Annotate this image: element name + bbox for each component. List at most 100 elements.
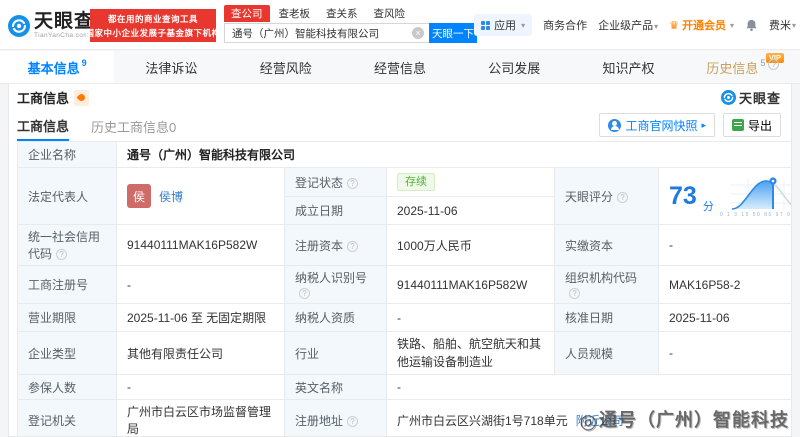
field-value-reg-authority: 广州市白云区市场监督管理局 — [116, 399, 285, 436]
help-icon[interactable]: ? — [768, 58, 780, 70]
help-icon[interactable]: ? — [617, 191, 629, 203]
field-label-credit-code: 统一社会信用代码? — [17, 224, 117, 266]
promo-banner-line1: 都在用的商业查询工具 — [107, 13, 198, 24]
help-icon[interactable]: ? — [299, 288, 310, 299]
reg-address-label: 注册地址 — [295, 413, 344, 428]
official-snapshot-button[interactable]: 工商官网快照 ▸ — [599, 113, 715, 137]
field-value-score: 73 分 0 1 3 15 50 85 97 9 — [657, 167, 791, 225]
field-value-establish-date: 2025-11-06 — [386, 196, 555, 225]
field-label-org-code: 组织机构代码? — [554, 265, 659, 304]
field-value-credit-code: 91440111MAK16P582W — [116, 224, 285, 266]
score-unit: 分 — [702, 201, 714, 213]
field-value-paid-capital: - — [657, 224, 791, 266]
tab-risk-label: 经营风险 — [259, 60, 312, 76]
promo-banner-line2: 国家中小企业发展子基金旗下机构 — [85, 27, 221, 38]
chevron-down-icon: ▾ — [791, 20, 796, 30]
bell-icon[interactable] — [745, 19, 758, 32]
tab-intellectual-property[interactable]: 知识产权 — [571, 51, 685, 83]
help-icon[interactable]: ? — [347, 415, 359, 427]
reg-capital-label: 注册资本 — [295, 238, 344, 253]
field-label-legal-rep: 法定代表人 — [17, 167, 117, 225]
export-button[interactable]: 导出 — [722, 113, 781, 137]
field-label-reg-address: 注册地址? — [284, 399, 387, 436]
export-label: 导出 — [747, 118, 772, 133]
search-tab-relation[interactable]: 查关系 — [319, 5, 365, 22]
menu-enterprise[interactable]: 企业级产品▾ — [598, 17, 658, 33]
field-label-taxpayer-quality: 纳税人资质 — [284, 303, 387, 332]
field-value-org-code: MAK16P58-2 — [657, 265, 791, 304]
tianyancha-logo-icon — [8, 14, 30, 37]
apps-menu[interactable]: 应用 ▾ — [474, 14, 533, 36]
promo-banner: 都在用的商业查询工具 国家中小企业发展子基金旗下机构 — [86, 9, 220, 42]
search-tab-boss[interactable]: 查老板 — [272, 5, 318, 22]
field-value-company-type: 其他有限责任公司 — [116, 331, 285, 375]
tab-legal-label: 法律诉讼 — [145, 60, 198, 76]
search-input[interactable] — [224, 23, 429, 43]
field-value-insured-count: - — [116, 374, 285, 400]
apps-label: 应用 — [494, 20, 517, 32]
tab-company-development[interactable]: 公司发展 — [457, 51, 571, 83]
field-label-score: 天眼评分? — [554, 167, 659, 225]
search-box: 查公司 查老板 查关系 查风险 天眼一下 × — [224, 5, 477, 43]
subtab-business-info[interactable]: 工商信息 — [17, 111, 70, 141]
snapshot-label: 工商官网快照 — [625, 118, 698, 133]
field-label-company-type: 企业类型 — [17, 331, 117, 375]
field-label-reg-number: 工商注册号 — [17, 265, 117, 304]
business-info-table: 企业名称 通号（广州）智能科技有限公司 法定代表人 侯 侯博 登记状态? 存续 … — [9, 141, 791, 436]
tab-legal-proceedings[interactable]: 法律诉讼 — [114, 51, 228, 83]
tab-history-info[interactable]: VIP 历史信息 5 ? — [686, 51, 800, 83]
menu-cooperation[interactable]: 商务合作 — [543, 17, 587, 33]
user-menu[interactable]: 费米 ▾ — [769, 17, 796, 33]
watermark-text: 通号（广州）智能科技 — [599, 410, 789, 430]
field-value-reg-status: 存续 — [386, 167, 555, 197]
vip-label: 开通会员 — [681, 20, 726, 32]
field-value-english-name: - — [385, 374, 791, 400]
chevron-down-icon: ▾ — [654, 22, 659, 31]
clear-icon[interactable]: × — [412, 27, 424, 39]
field-value-industry: 铁路、船舶、航空航天和其他运输设备制造业 — [386, 331, 555, 375]
help-icon[interactable]: ? — [347, 177, 359, 189]
search-tabs: 查公司 查老板 查关系 查风险 — [224, 5, 477, 22]
crown-icon: ♛ — [669, 19, 679, 32]
help-icon[interactable]: ? — [347, 240, 359, 252]
field-value-legal-rep: 侯 侯博 — [116, 167, 285, 225]
menu-vip-upgrade[interactable]: ♛ 开通会员 ▾ — [669, 17, 734, 33]
field-value-company-name: 通号（广州）智能科技有限公司 — [115, 141, 791, 168]
arrow-right-icon: ▸ — [701, 119, 706, 130]
snapshot-icon — [608, 118, 622, 132]
tianyancha-logo[interactable]: 天眼查 TianYanCha.com — [8, 12, 94, 40]
taxpayer-id-label: 纳税人识别号 — [295, 271, 368, 285]
field-label-reg-authority: 登记机关 — [17, 399, 117, 436]
section-title: 工商信息 — [17, 91, 70, 106]
status-badge: 存续 — [397, 173, 435, 191]
field-label-establish-date: 成立日期 — [284, 196, 387, 225]
score-value[interactable]: 73 — [669, 183, 697, 209]
field-value-business-term: 2025-11-06 至 无固定期限 — [116, 303, 285, 332]
menu-enterprise-label: 企业级产品 — [598, 20, 654, 32]
field-label-business-term: 营业期限 — [17, 303, 117, 332]
search-tab-company[interactable]: 查公司 — [224, 5, 270, 22]
field-label-industry: 行业 — [284, 331, 387, 375]
tab-operating-risk[interactable]: 经营风险 — [229, 51, 343, 83]
field-label-reg-status: 登记状态? — [284, 167, 387, 197]
tab-history-label: 历史信息 — [706, 60, 759, 76]
help-icon[interactable]: ? — [569, 288, 580, 299]
field-label-paid-capital: 实缴资本 — [554, 224, 659, 266]
field-value-taxpayer-id: 91440111MAK16P582W — [386, 265, 555, 304]
tab-operating-info[interactable]: 经营信息 — [343, 51, 457, 83]
tab-basic-info[interactable]: 基本信息 9 — [0, 51, 115, 83]
watermark-seal-icon: ◎ — [579, 411, 598, 433]
field-value-taxpayer-quality: - — [386, 303, 555, 332]
help-icon[interactable]: ? — [56, 249, 68, 260]
legal-rep-link[interactable]: 侯博 — [159, 188, 183, 205]
search-tab-risk[interactable]: 查风险 — [367, 5, 413, 22]
tianyancha-logo-icon — [720, 90, 736, 105]
subtab-history-business-info[interactable]: 历史工商信息0 — [91, 111, 176, 141]
search-button[interactable]: 天眼一下 — [429, 23, 477, 43]
field-value-approval-date: 2025-11-06 — [657, 303, 791, 332]
business-info-card: 工商信息 天眼查 工商信息 历史工商信息0 工商官网快照 ▸ 导出 企业名称 通… — [8, 84, 792, 437]
legal-rep-avatar[interactable]: 侯 — [127, 184, 151, 208]
tab-development-label: 公司发展 — [488, 60, 541, 76]
field-label-reg-capital: 注册资本? — [284, 224, 387, 266]
hot-icon — [74, 89, 90, 106]
